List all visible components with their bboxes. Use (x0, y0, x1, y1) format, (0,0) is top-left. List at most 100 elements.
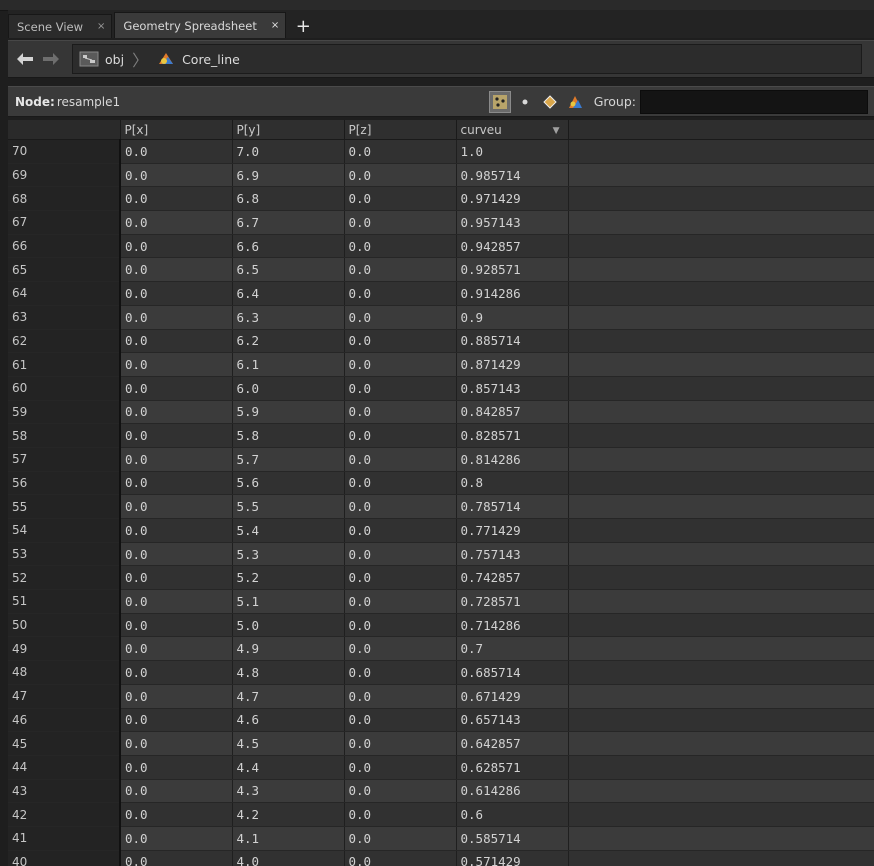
detail-mode-icon[interactable] (564, 91, 586, 113)
cell-py: 5.5 (232, 494, 345, 519)
cell-py: 5.8 (232, 423, 345, 448)
row-filler (568, 518, 874, 543)
empty-header-filler (568, 120, 874, 140)
close-icon[interactable]: × (271, 20, 279, 31)
cell-pz: 0.0 (344, 257, 457, 283)
cell-curveu: 0.757143 (456, 542, 569, 567)
row-index: 44 (8, 755, 121, 780)
back-arrow-icon[interactable] (12, 46, 38, 72)
cell-py: 4.3 (232, 779, 345, 804)
table-row[interactable]: 47 0.0 4.7 0.0 0.671429 (8, 684, 874, 709)
points-mode-icon[interactable] (488, 90, 511, 113)
table-row[interactable]: 58 0.0 5.8 0.0 0.828571 (8, 423, 874, 448)
breadcrumb: obj 〉 Core_line (72, 44, 862, 74)
tab-label: Scene View (17, 19, 84, 34)
table-row[interactable]: 50 0.0 5.0 0.0 0.714286 (8, 613, 874, 638)
row-index: 59 (8, 400, 121, 425)
cell-pz: 0.0 (344, 518, 457, 543)
cell-pz: 0.0 (344, 352, 457, 377)
breadcrumb-core-line[interactable]: Core_line (156, 51, 240, 67)
row-index: 58 (8, 423, 121, 448)
column-header-py[interactable]: P[y] (232, 120, 345, 140)
breadcrumb-separator: 〉 (132, 51, 149, 70)
cell-px: 0.0 (120, 471, 233, 496)
add-tab-button[interactable]: + (292, 14, 314, 38)
table-row[interactable]: 55 0.0 5.5 0.0 0.785714 (8, 494, 874, 519)
cell-px: 0.0 (120, 423, 233, 448)
table-row[interactable]: 68 0.0 6.8 0.0 0.971429 (8, 186, 874, 212)
cell-curveu: 0.642857 (456, 731, 569, 756)
table-row[interactable]: 63 0.0 6.3 0.0 0.9 (8, 305, 874, 330)
row-index: 65 (8, 257, 121, 283)
table-row[interactable]: 43 0.0 4.3 0.0 0.614286 (8, 779, 874, 804)
table-row[interactable]: 70 0.0 7.0 0.0 1.0 (8, 139, 874, 164)
cell-pz: 0.0 (344, 636, 457, 662)
table-row[interactable]: 51 0.0 5.1 0.0 0.728571 (8, 589, 874, 614)
cell-py: 6.6 (232, 234, 345, 259)
cell-px: 0.0 (120, 376, 233, 401)
spreadsheet-table-area: P[x] P[y] P[z] curveu ▼ 70 0.0 7.0 0.0 1.0 69 0… (8, 120, 874, 866)
primitives-mode-icon[interactable] (539, 91, 561, 113)
row-index: 50 (8, 613, 121, 638)
row-filler (568, 565, 874, 591)
table-row[interactable]: 69 0.0 6.9 0.0 0.985714 (8, 163, 874, 188)
cell-px: 0.0 (120, 210, 233, 235)
cell-pz: 0.0 (344, 423, 457, 448)
group-input[interactable] (640, 89, 868, 114)
row-filler (568, 779, 874, 804)
cell-py: 4.2 (232, 802, 345, 827)
cell-py: 5.3 (232, 542, 345, 567)
breadcrumb-obj[interactable]: obj (79, 51, 124, 67)
column-header-px[interactable]: P[x] (120, 120, 233, 140)
table-row[interactable]: 64 0.0 6.4 0.0 0.914286 (8, 281, 874, 306)
tab-scene-view[interactable]: Scene View × (8, 14, 113, 38)
table-row[interactable]: 56 0.0 5.6 0.0 0.8 (8, 471, 874, 496)
vertices-mode-icon[interactable] (514, 91, 536, 113)
table-row[interactable]: 62 0.0 6.2 0.0 0.885714 (8, 329, 874, 354)
table-row[interactable]: 40 0.0 4.0 0.0 0.571429 (8, 850, 874, 866)
column-header-curveu[interactable]: curveu ▼ (456, 120, 569, 140)
table-row[interactable]: 67 0.0 6.7 0.0 0.957143 (8, 210, 874, 235)
column-header-label: P[z] (348, 122, 372, 137)
table-row[interactable]: 42 0.0 4.2 0.0 0.6 (8, 802, 874, 827)
table-row[interactable]: 45 0.0 4.5 0.0 0.642857 (8, 731, 874, 756)
table-row[interactable]: 53 0.0 5.3 0.0 0.757143 (8, 542, 874, 567)
table-row[interactable]: 65 0.0 6.5 0.0 0.928571 (8, 257, 874, 283)
table-row[interactable]: 49 0.0 4.9 0.0 0.7 (8, 636, 874, 662)
table-row[interactable]: 60 0.0 6.0 0.0 0.857143 (8, 376, 874, 401)
tab-geometry-spreadsheet[interactable]: Geometry Spreadsheet × (114, 12, 287, 38)
row-index: 51 (8, 589, 121, 614)
cell-pz: 0.0 (344, 305, 457, 330)
table-row[interactable]: 41 0.0 4.1 0.0 0.585714 (8, 826, 874, 851)
table-row[interactable]: 66 0.0 6.6 0.0 0.942857 (8, 234, 874, 259)
close-icon[interactable]: × (97, 21, 105, 32)
column-header-pz[interactable]: P[z] (344, 120, 457, 140)
cell-pz: 0.0 (344, 447, 457, 472)
cell-pz: 0.0 (344, 589, 457, 614)
table-row[interactable]: 44 0.0 4.4 0.0 0.628571 (8, 755, 874, 780)
row-index: 57 (8, 447, 121, 472)
row-filler (568, 471, 874, 496)
cell-py: 6.8 (232, 186, 345, 212)
cell-py: 5.9 (232, 400, 345, 425)
forward-arrow-icon[interactable] (38, 46, 64, 72)
cell-curveu: 0.814286 (456, 447, 569, 472)
sort-arrow-icon[interactable]: ▼ (553, 126, 560, 136)
table-row[interactable]: 54 0.0 5.4 0.0 0.771429 (8, 518, 874, 543)
table-row[interactable]: 59 0.0 5.9 0.0 0.842857 (8, 400, 874, 425)
cell-px: 0.0 (120, 329, 233, 354)
cell-curveu: 0.614286 (456, 779, 569, 804)
table-row[interactable]: 46 0.0 4.6 0.0 0.657143 (8, 708, 874, 733)
cell-px: 0.0 (120, 234, 233, 259)
cell-px: 0.0 (120, 447, 233, 472)
cell-py: 4.6 (232, 708, 345, 733)
cell-px: 0.0 (120, 684, 233, 709)
table-row[interactable]: 61 0.0 6.1 0.0 0.871429 (8, 352, 874, 377)
row-index: 66 (8, 234, 121, 259)
table-row[interactable]: 57 0.0 5.7 0.0 0.814286 (8, 447, 874, 472)
cell-py: 7.0 (232, 139, 345, 164)
row-index: 42 (8, 802, 121, 827)
table-row[interactable]: 48 0.0 4.8 0.0 0.685714 (8, 660, 874, 685)
table-row[interactable]: 52 0.0 5.2 0.0 0.742857 (8, 565, 874, 591)
row-filler (568, 329, 874, 354)
